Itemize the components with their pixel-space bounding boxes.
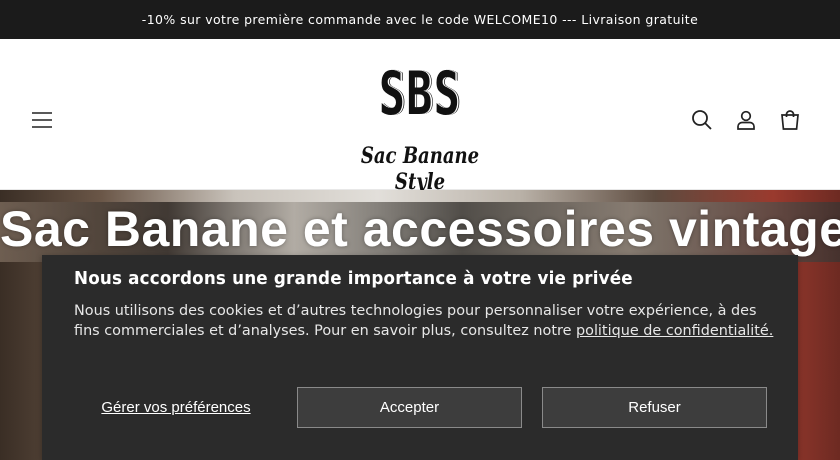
site-header: SBS Sac Banane Style	[0, 39, 840, 195]
cookie-consent-banner: Nous accordons une grande importance à v…	[42, 255, 798, 460]
cart-button[interactable]	[775, 105, 805, 135]
announcement-text: -10% sur votre première commande avec le…	[141, 12, 699, 27]
site-logo[interactable]: SBS Sac Banane Style	[330, 59, 510, 195]
privacy-policy-link[interactable]: politique de confidentialité.	[576, 323, 773, 339]
logo-tagline: Sac Banane Style	[360, 143, 480, 195]
search-button[interactable]	[687, 105, 717, 135]
search-icon	[692, 110, 712, 130]
shopping-bag-icon	[781, 110, 799, 130]
manage-preferences-link[interactable]: Gérer vos préférences	[74, 387, 278, 428]
menu-button[interactable]	[27, 105, 57, 135]
cookie-actions: Gérer vos préférences Accepter Refuser	[74, 387, 767, 428]
hero-title: Sac Banane et accessoires vintage	[0, 201, 840, 257]
accept-button[interactable]: Accepter	[297, 387, 522, 428]
hamburger-menu-icon	[32, 112, 52, 128]
user-icon	[737, 110, 755, 130]
logo-mark: SBS	[378, 59, 462, 129]
cookie-banner-text: Nous utilisons des cookies et d’autres t…	[74, 301, 774, 341]
announcement-bar: -10% sur votre première commande avec le…	[0, 0, 840, 39]
cookie-banner-title: Nous accordons une grande importance à v…	[74, 268, 633, 289]
refuse-button[interactable]: Refuser	[542, 387, 767, 428]
account-button[interactable]	[731, 105, 761, 135]
